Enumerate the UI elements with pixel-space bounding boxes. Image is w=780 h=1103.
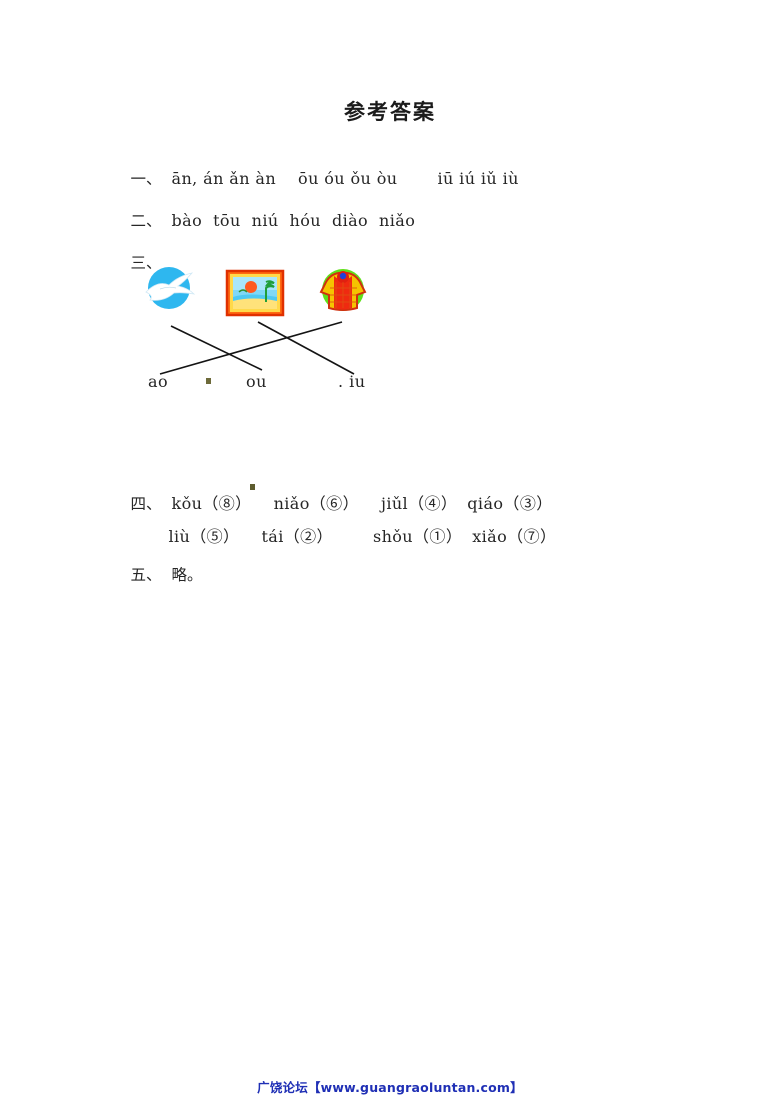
section-one-group-c: iū iú iǔ iù <box>437 169 519 188</box>
document-page: 参考答案 一、 ān, án ǎn àn ōu óu ǒu òu iū iú iǔ i… <box>0 0 780 1103</box>
answer-number: （②） <box>283 527 333 546</box>
match-label-iu: . iu <box>338 372 366 391</box>
scan-artifact-speck <box>206 378 211 384</box>
connector-frame-to-iu <box>257 321 355 375</box>
section-five-answer: 略。 <box>171 566 203 584</box>
section-one-marker: 一、 <box>130 170 162 188</box>
answer-number: （⑦） <box>507 527 557 546</box>
answer-number: （①） <box>413 527 463 546</box>
answer-word: xiǎo <box>472 527 508 546</box>
section-two-answers: bào tōu niú hóu diào niǎo <box>171 211 416 230</box>
section-five-line: 五、 略。 <box>114 543 203 605</box>
section-four-row-two: liù（⑤） tái（②） shǒu（①） xiǎo（⑦） <box>152 503 556 567</box>
match-label-ou: ou <box>246 372 267 391</box>
section-one-group-a: ān, án ǎn àn <box>171 169 277 188</box>
answer-word: tái <box>261 527 284 546</box>
section-two-marker: 二、 <box>130 212 162 230</box>
section-five-marker: 五、 <box>130 566 162 584</box>
page-title: 参考答案 <box>344 100 436 124</box>
answer-word: shǒu <box>372 527 414 546</box>
matching-exercise: ao ou . iu <box>110 250 430 400</box>
scan-artifact-speck <box>250 484 255 490</box>
section-one-group-b: ōu óu ǒu òu <box>298 169 398 188</box>
match-label-ao: ao <box>148 372 169 391</box>
footer-watermark: 广饶论坛【www.guangraoluntan.com】 <box>257 1080 523 1095</box>
connector-coat-to-ao <box>159 321 343 375</box>
